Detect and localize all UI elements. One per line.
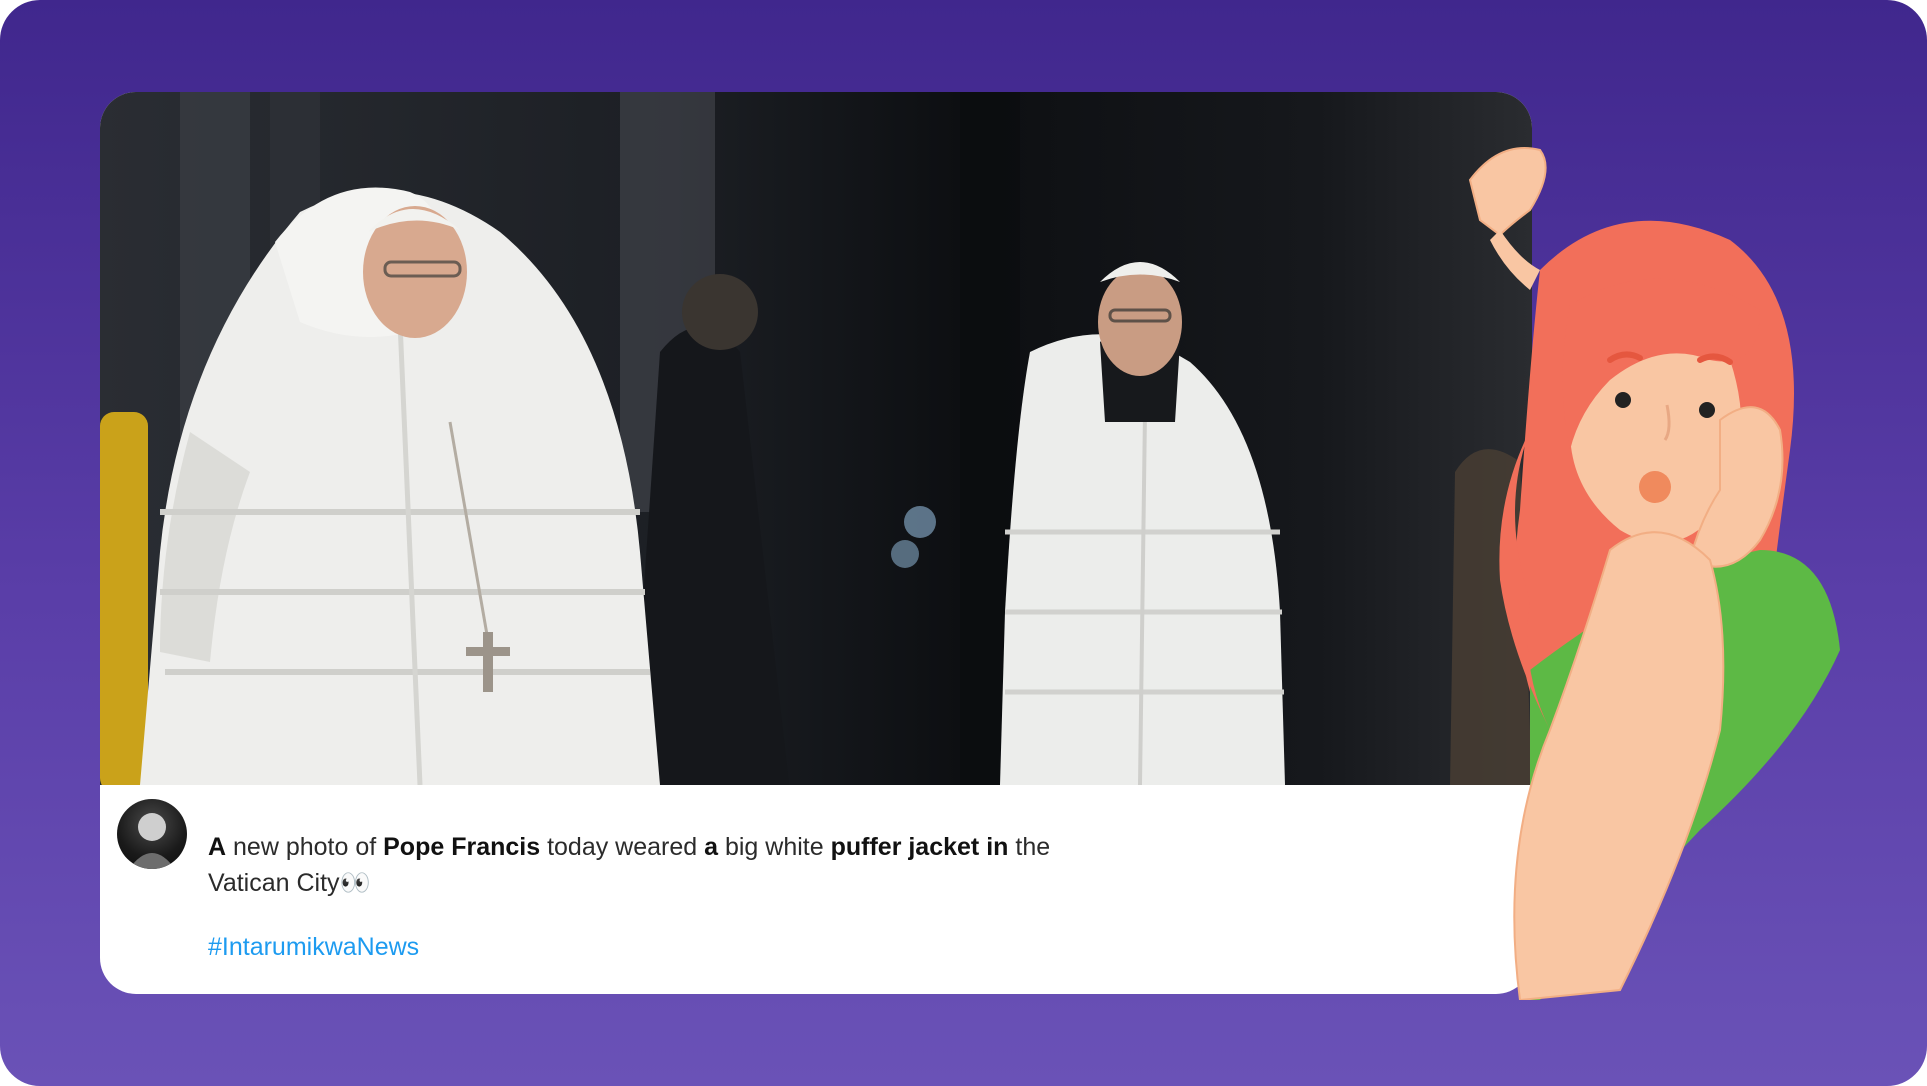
- user-avatar[interactable]: [117, 799, 187, 869]
- text-line-2: Vatican City: [208, 869, 340, 897]
- tweet-text: A new photo of Pope Francis today weared…: [208, 829, 1188, 901]
- tweet-card: A new photo of Pope Francis today weared…: [100, 92, 1532, 994]
- surprised-girl-illustration: [1468, 147, 1840, 1000]
- tweet-body: A new photo of Pope Francis today weared…: [100, 785, 1532, 994]
- hashtag-link[interactable]: #IntarumikwaNews: [208, 933, 419, 962]
- text-part: A new photo of Pope Francis today weared…: [208, 833, 1051, 861]
- slide-frame: A new photo of Pope Francis today weared…: [0, 0, 1927, 1086]
- avatar-icon: [129, 813, 175, 869]
- tweet-photo[interactable]: [100, 92, 1532, 785]
- eyes-emoji: 👀: [339, 869, 371, 897]
- photo-illustration: [100, 92, 1532, 785]
